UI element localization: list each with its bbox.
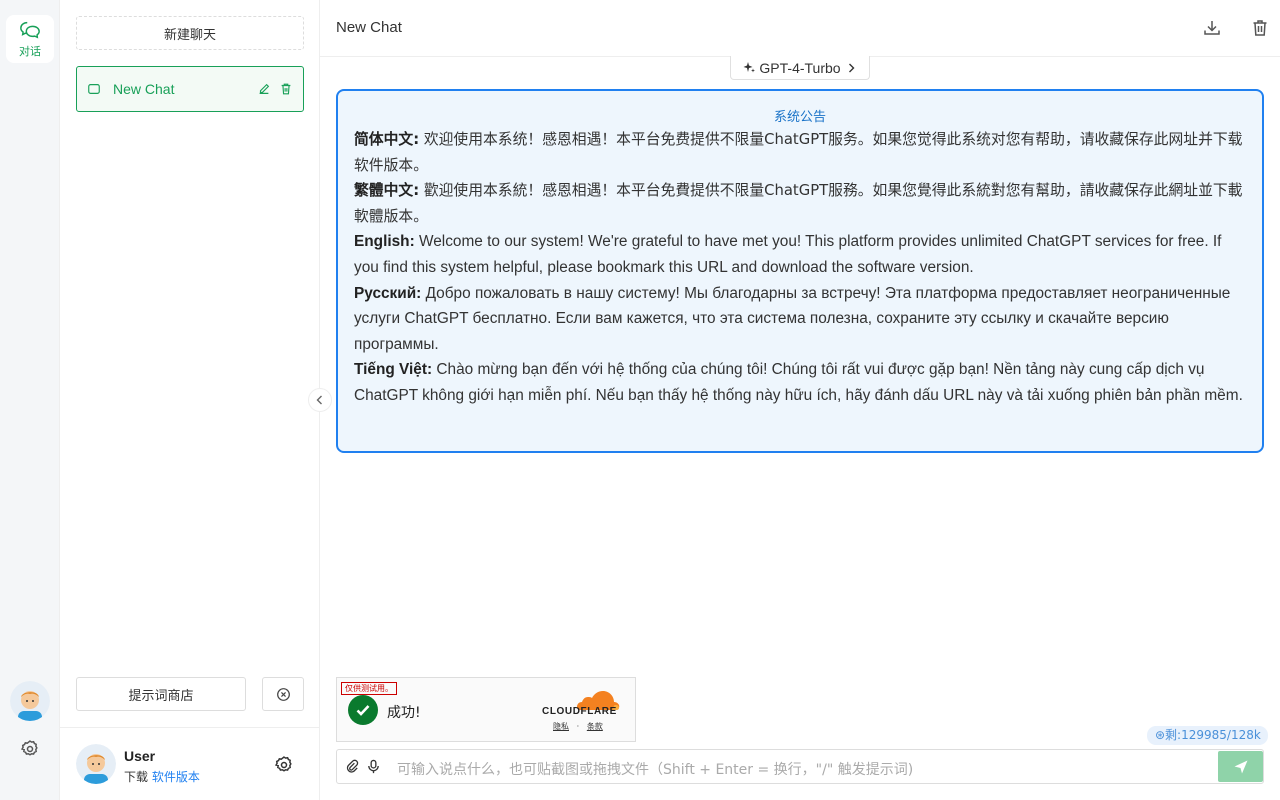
notice-text: Chào mừng bạn đến với hệ thống của chúng…	[354, 361, 1243, 404]
chevron-left-icon	[316, 395, 322, 405]
test-only-tag: 仅供测试用。	[341, 682, 397, 695]
token-remaining-badge: ⊛剩:129985/128k	[1147, 726, 1268, 745]
terms-link[interactable]: 条款	[587, 722, 603, 731]
microphone-icon[interactable]	[366, 759, 381, 774]
send-button[interactable]	[1218, 751, 1263, 782]
notice-lang: 简体中文:	[354, 131, 420, 148]
send-icon	[1234, 760, 1247, 773]
success-check-icon	[348, 695, 378, 725]
trash-icon[interactable]	[1250, 18, 1270, 38]
notice-text: 歡迎使用本系統！感恩相遇！本平台免費提供不限量ChatGPT服務。如果您覺得此系…	[354, 182, 1243, 225]
model-selector[interactable]: GPT-4-Turbo	[730, 56, 870, 80]
paperclip-icon[interactable]	[345, 759, 360, 774]
captcha-status: 成功!	[387, 705, 421, 721]
notice-text: Welcome to our system! We're grateful to…	[354, 233, 1222, 276]
download-prefix: 下载	[124, 770, 149, 784]
download-icon[interactable]	[1202, 18, 1222, 38]
message-icon	[88, 84, 100, 94]
cloudflare-brand: CLOUDFLARE	[542, 706, 617, 717]
system-notice: 系统公告 简体中文: 欢迎使用本系统！感恩相遇！本平台免费提供不限量ChatGP…	[336, 89, 1264, 453]
user-settings-icon[interactable]	[274, 755, 294, 775]
user-panel: User 下载 软件版本	[60, 727, 320, 800]
conversation-title: New Chat	[113, 81, 175, 97]
notice-paragraph-zh-hans: 简体中文: 欢迎使用本系统！感恩相遇！本平台免费提供不限量ChatGPT服务。如…	[354, 127, 1246, 178]
chat-header: New Chat	[320, 0, 1280, 57]
captcha-links: 隐私 · 条款	[553, 721, 603, 732]
cloudflare-captcha-widget[interactable]: 仅供测试用。 成功! CLOUDFLARE 隐私 · 条款	[336, 677, 636, 742]
notice-lang: English:	[354, 233, 415, 251]
notice-paragraph-vi: Tiếng Việt: Chào mừng bạn đến với hệ thố…	[354, 357, 1246, 408]
notice-lang: Tiếng Việt:	[354, 361, 433, 379]
prompt-store-button[interactable]: 提示词商店	[76, 677, 246, 711]
sidebar-collapse-toggle[interactable]	[308, 388, 332, 412]
chat-bubbles-icon	[20, 21, 40, 39]
rail-avatar[interactable]	[10, 681, 50, 721]
settings-gear-icon[interactable]	[20, 739, 40, 759]
chat-tab-label: 对话	[19, 45, 41, 58]
software-version-link[interactable]: 软件版本	[152, 770, 200, 784]
link-separator: ·	[576, 722, 580, 731]
message-input-bar[interactable]: 可输入说点什么，也可贴截图或拖拽文件（Shift + Enter = 换行，"/…	[336, 749, 1264, 784]
chat-title: New Chat	[336, 19, 402, 36]
new-chat-button[interactable]: 新建聊天	[76, 16, 304, 50]
model-name: GPT-4-Turbo	[759, 59, 841, 76]
clear-circle-icon	[276, 687, 290, 701]
chevron-right-icon	[848, 63, 855, 72]
notice-text: 欢迎使用本系统！感恩相遇！本平台免费提供不限量ChatGPT服务。如果您觉得此系…	[354, 131, 1243, 174]
user-name: User	[124, 748, 156, 764]
notice-paragraph-zh-hant: 繁體中文: 歡迎使用本系統！感恩相遇！本平台免費提供不限量ChatGPT服務。如…	[354, 178, 1246, 229]
notice-lang: 繁體中文:	[354, 182, 420, 200]
chat-tab[interactable]: 对话	[6, 15, 54, 63]
privacy-link[interactable]: 隐私	[553, 722, 569, 731]
notice-paragraph-ru: Русский: Добро пожаловать в нашу систему…	[354, 281, 1246, 358]
user-avatar[interactable]	[76, 744, 116, 784]
notice-lang: Русский:	[354, 284, 422, 302]
notice-title: 系统公告	[773, 110, 826, 125]
clear-history-button[interactable]	[262, 677, 304, 711]
user-download-line: 下载 软件版本	[124, 768, 200, 785]
edit-icon[interactable]	[257, 82, 271, 96]
sidebar: 新建聊天 New Chat 提示词商店 User 下载 软件版本	[60, 0, 320, 800]
notice-text: Добро пожаловать в нашу систему! Мы благ…	[354, 284, 1231, 353]
delete-icon[interactable]	[279, 82, 293, 96]
app-rail: 对话	[0, 0, 60, 800]
message-input-placeholder[interactable]: 可输入说点什么，也可贴截图或拖拽文件（Shift + Enter = 换行，"/…	[397, 759, 913, 779]
sparkle-icon	[743, 61, 756, 72]
conversation-item[interactable]: New Chat	[76, 66, 304, 112]
notice-paragraph-en: English: Welcome to our system! We're gr…	[354, 229, 1246, 280]
